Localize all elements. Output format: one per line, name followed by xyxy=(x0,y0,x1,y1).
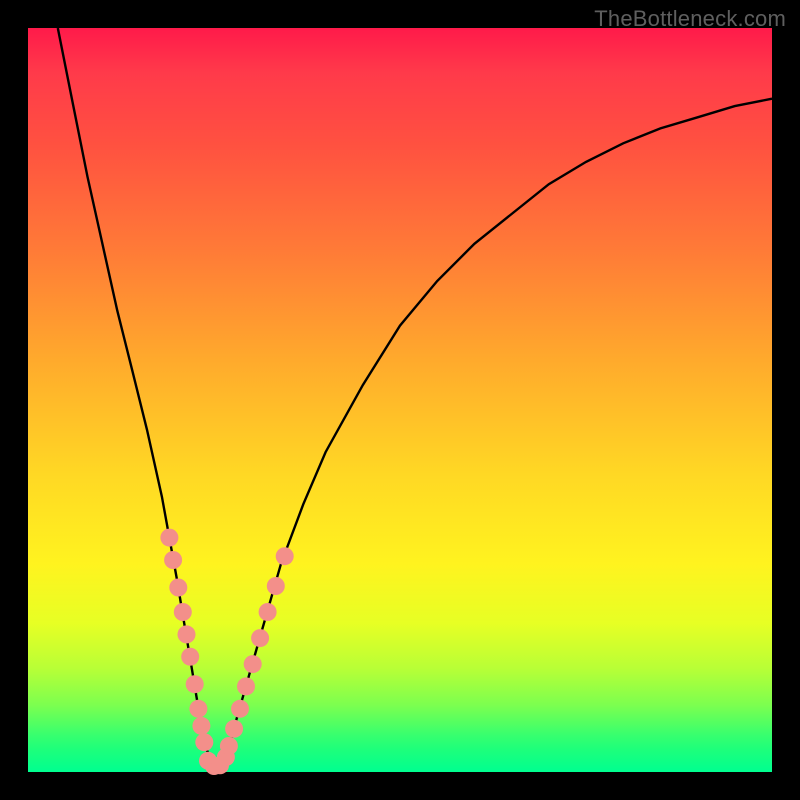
marker-dot xyxy=(164,551,182,569)
marker-dot xyxy=(251,629,269,647)
marker-dot xyxy=(195,733,213,751)
marker-dot xyxy=(192,717,210,735)
plot-area xyxy=(28,28,772,772)
marker-dot xyxy=(169,579,187,597)
marker-dot xyxy=(186,675,204,693)
marker-dot xyxy=(189,700,207,718)
marker-dot xyxy=(259,603,277,621)
bottleneck-curve xyxy=(58,28,772,765)
marker-dot xyxy=(225,720,243,738)
curve-svg xyxy=(28,28,772,772)
marker-dot xyxy=(174,603,192,621)
marker-dot xyxy=(181,648,199,666)
marker-dot xyxy=(178,625,196,643)
chart-stage: TheBottleneck.com xyxy=(0,0,800,800)
marker-dot xyxy=(220,737,238,755)
marker-dot xyxy=(267,577,285,595)
marker-dot xyxy=(160,529,178,547)
marker-dot xyxy=(231,700,249,718)
marker-dot xyxy=(237,677,255,695)
marker-group xyxy=(160,529,293,775)
marker-dot xyxy=(244,655,262,673)
marker-dot xyxy=(276,547,294,565)
